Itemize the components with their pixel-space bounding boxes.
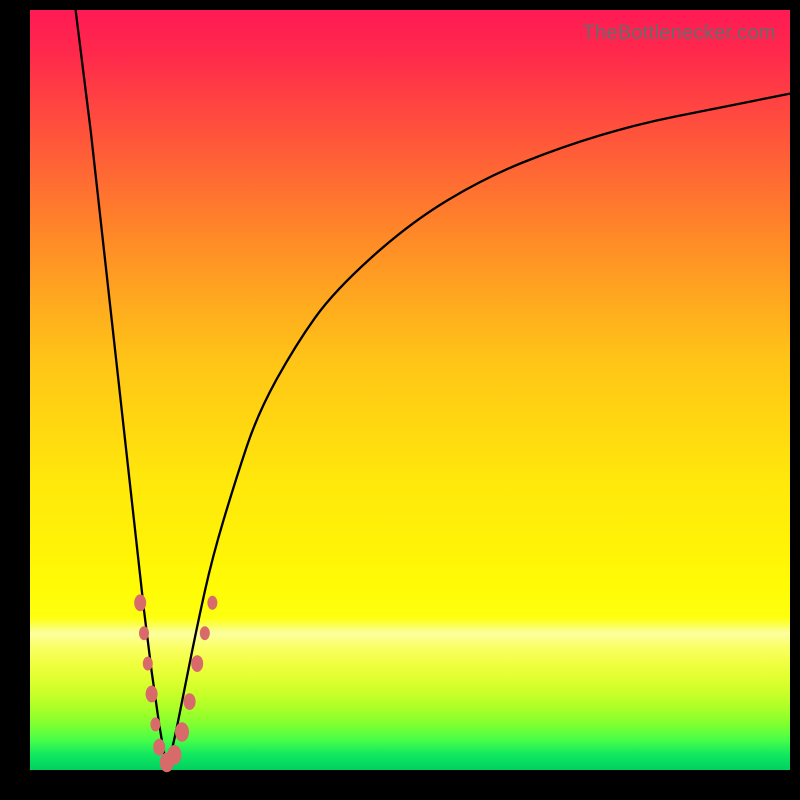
marker-group <box>134 594 217 772</box>
curve-right <box>167 94 790 770</box>
plot-area: TheBottlenecker.com <box>30 10 790 770</box>
curve-left <box>76 10 167 770</box>
data-marker <box>153 739 165 756</box>
data-marker <box>207 596 217 610</box>
data-marker <box>175 722 189 742</box>
curve-svg <box>30 10 790 770</box>
data-marker <box>143 657 153 671</box>
data-marker <box>184 693 196 710</box>
data-marker <box>150 717 160 731</box>
data-marker <box>191 655 203 672</box>
data-marker <box>200 626 210 640</box>
data-marker <box>139 626 149 640</box>
data-marker <box>146 686 158 703</box>
chart-frame: TheBottlenecker.com <box>0 0 800 800</box>
data-marker <box>167 745 181 765</box>
data-marker <box>134 594 146 611</box>
